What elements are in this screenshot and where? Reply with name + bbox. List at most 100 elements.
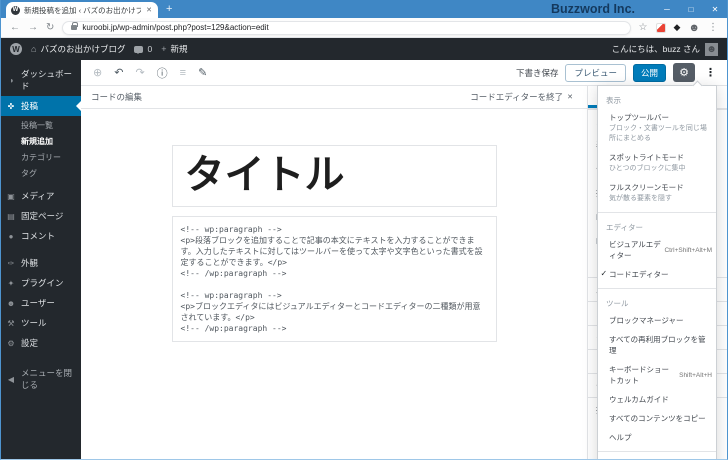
gear-icon: ⚙ <box>679 67 689 79</box>
tab-title: 新規投稿を追加 ‹ バズのお出かけブ <box>24 5 142 15</box>
close-button[interactable]: ✕ <box>703 5 727 14</box>
user-greeting[interactable]: こんにちは、buzz さん <box>612 43 700 55</box>
plus-icon: + <box>161 44 167 54</box>
sidebar-collapse-menu[interactable]: ◀ メニューを閉じる <box>1 363 81 395</box>
menu-item-description: ブロック・文書ツールを同じ場所にまとめる <box>609 125 707 142</box>
menu-item-spotlight-mode[interactable]: スポットライトモード ひとつのブロックに集中 <box>598 148 716 178</box>
tools-icon: ⚒ <box>7 318 15 328</box>
admin-bar-new[interactable]: + 新規 <box>161 43 187 55</box>
add-block-icon[interactable]: ⊕ <box>93 66 102 79</box>
options-dropdown-menu: 表示 トップツールバー ブロック・文書ツールを同じ場所にまとめる スポットライト… <box>597 80 717 459</box>
pages-icon: ▤ <box>7 211 15 221</box>
maximize-button[interactable]: □ <box>679 5 703 14</box>
admin-bar-comments[interactable]: 0 <box>134 44 152 54</box>
menu-item-visual-editor[interactable]: ビジュアルエディター Ctrl+Shift+Alt+M <box>598 235 716 265</box>
tab-close-icon[interactable]: ✕ <box>145 6 153 14</box>
admin-bar-site-link[interactable]: ⌂ バズのお出かけブログ <box>31 43 125 55</box>
menu-divider <box>598 288 716 289</box>
profile-icon[interactable]: ☻ <box>688 22 700 34</box>
url-text: kuroobi.jp/wp-admin/post.php?post=129&ac… <box>82 23 269 32</box>
menu-item-copy-all-content[interactable]: すべてのコンテンツをコピー <box>598 409 716 428</box>
submenu-categories[interactable]: カテゴリー <box>1 149 81 165</box>
save-draft-button[interactable]: 下書き保存 <box>516 67 559 79</box>
new-label: 新規 <box>170 44 188 54</box>
window-brand: Buzzword Inc. <box>550 2 635 16</box>
check-icon: ✓ <box>600 269 608 278</box>
settings-icon: ⚙ <box>7 338 15 348</box>
menu-item-options[interactable]: オプション <box>598 456 716 459</box>
avatar[interactable]: ☻ <box>705 42 718 56</box>
publish-button[interactable]: 公開 <box>632 63 666 82</box>
code-edit-label: コードの編集 <box>91 92 143 102</box>
menu-item-fullscreen-mode[interactable]: フルスクリーンモード 気が散る要素を隠す <box>598 178 716 208</box>
extension-icon[interactable] <box>655 22 666 33</box>
titlebar-right: Buzzword Inc. ─ □ ✕ <box>551 0 727 18</box>
sidebar-item-settings[interactable]: ⚙ 設定 <box>1 333 81 353</box>
menu-item-help[interactable]: ヘルプ <box>598 428 716 447</box>
exit-close-icon: ✕ <box>567 94 573 101</box>
comments-count: 0 <box>147 44 153 54</box>
wp-admin-bar: W ⌂ バズのお出かけブログ 0 + 新規 こんにちは、buzz さん ☻ <box>1 38 727 60</box>
menu-header-tools: ツール <box>606 299 629 308</box>
submenu-tags[interactable]: タグ <box>1 165 81 181</box>
menu-item-keyboard-shortcuts[interactable]: キーボードショートカット Shift+Alt+H <box>598 360 716 390</box>
keyboard-shortcut: Ctrl+Shift+Alt+M <box>664 246 712 254</box>
sidebar-item-users[interactable]: ☻ ユーザー <box>1 293 81 313</box>
minimize-button[interactable]: ─ <box>655 5 679 14</box>
preview-button[interactable]: プレビュー <box>565 63 626 82</box>
menu-item-block-manager[interactable]: ブロックマネージャー <box>598 311 716 330</box>
exit-code-editor-button[interactable]: コードエディターを終了 ✕ <box>470 91 573 103</box>
dashboard-icon: ◑ <box>8 75 14 85</box>
titlebar: W 新規投稿を追加 ‹ バズのお出かけブ ✕ + Buzzword Inc. ─… <box>1 0 727 18</box>
sidebar-item-plugins[interactable]: ✦ プラグイン <box>1 273 81 293</box>
collapse-icon: ◀ <box>7 374 15 384</box>
edit-tool-icon[interactable]: ✎ <box>198 66 207 79</box>
bookmark-star-icon[interactable]: ☆ <box>639 22 648 33</box>
browser-menu-icon[interactable]: ⋮ <box>708 22 718 33</box>
submenu-all-posts[interactable]: 投稿一覧 <box>1 117 81 133</box>
keyboard-shortcut: Shift+Alt+H <box>679 371 712 379</box>
menu-item-manage-reusable-blocks[interactable]: すべての再利用ブロックを管理 <box>598 330 716 360</box>
browser-window: W 新規投稿を追加 ‹ バズのお出かけブ ✕ + Buzzword Inc. ─… <box>0 0 728 460</box>
post-title-field[interactable]: タイトル <box>171 145 497 207</box>
reload-icon[interactable]: ↻ <box>46 22 54 33</box>
sidebar-item-pages[interactable]: ▤ 固定ページ <box>1 206 81 226</box>
sidebar-item-posts[interactable]: ✜ 投稿 <box>1 96 81 116</box>
current-item-arrow <box>71 101 81 111</box>
plugins-icon: ✦ <box>7 278 15 288</box>
comment-bubble-icon <box>134 45 144 54</box>
undo-icon[interactable]: ↶ <box>114 66 123 79</box>
users-icon: ☻ <box>6 298 16 308</box>
address-bar[interactable]: kuroobi.jp/wp-admin/post.php?post=129&ac… <box>62 20 631 35</box>
more-tools-button[interactable]: ⋮ <box>702 66 719 79</box>
sidebar-item-media[interactable]: ▣ メディア <box>1 186 81 206</box>
pin-icon: ✜ <box>7 101 15 111</box>
posts-submenu: 投稿一覧 新規追加 カテゴリー タグ <box>1 116 81 186</box>
site-name: バズのお出かけブログ <box>40 44 126 54</box>
media-icon: ▣ <box>7 191 15 201</box>
sidebar-item-tools[interactable]: ⚒ ツール <box>1 313 81 333</box>
new-tab-button[interactable]: + <box>166 4 172 15</box>
post-code-textarea[interactable]: <!-- wp:paragraph --> <p>段落ブロックを追加することで記… <box>171 216 497 342</box>
sidebar-item-appearance[interactable]: ✑ 外観 <box>1 253 81 273</box>
sidebar-separator <box>1 246 81 253</box>
extension-pin-icon[interactable]: ◆ <box>674 22 681 33</box>
lock-icon <box>71 22 79 30</box>
home-icon: ⌂ <box>31 44 37 54</box>
info-icon[interactable]: ⓘ <box>157 65 168 81</box>
menu-header-view: 表示 <box>606 96 621 105</box>
redo-icon[interactable]: ↷ <box>135 66 144 79</box>
sidebar-item-dashboard[interactable]: ◑ ダッシュボード <box>1 64 81 96</box>
browser-tab[interactable]: W 新規投稿を追加 ‹ バズのお出かけブ ✕ <box>6 2 158 18</box>
sidebar-item-comments[interactable]: ● コメント <box>1 226 81 246</box>
appearance-icon: ✑ <box>7 258 15 268</box>
settings-gear-button[interactable]: ⚙ <box>673 63 695 82</box>
menu-item-code-editor[interactable]: ✓ コードエディター <box>598 265 716 284</box>
back-icon[interactable]: ← <box>10 22 20 33</box>
menu-item-welcome-guide[interactable]: ウェルカムガイド <box>598 390 716 409</box>
submenu-add-new[interactable]: 新規追加 <box>1 133 81 149</box>
menu-item-top-toolbar[interactable]: トップツールバー ブロック・文書ツールを同じ場所にまとめる <box>598 108 716 148</box>
forward-icon[interactable]: → <box>28 22 38 33</box>
list-view-icon[interactable]: ≡ <box>180 67 186 79</box>
wordpress-logo-icon[interactable]: W <box>10 43 22 55</box>
